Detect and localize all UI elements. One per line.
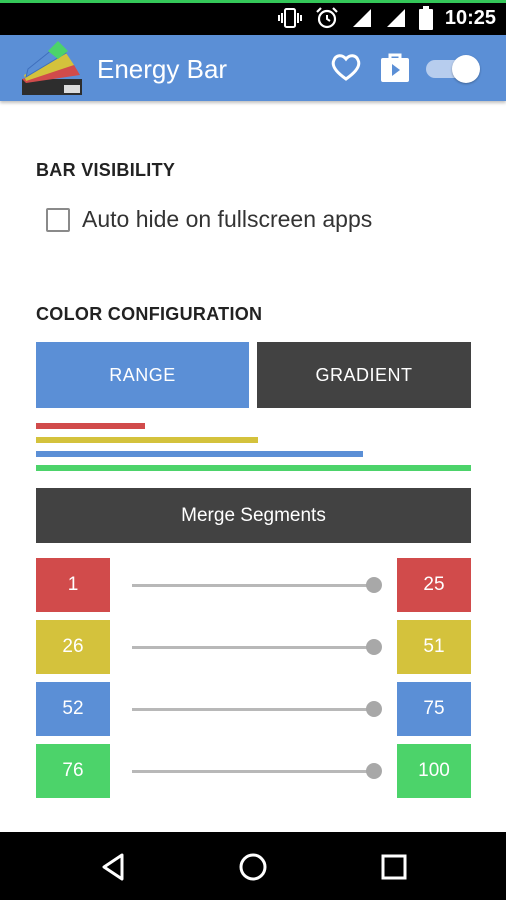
segment-start-value[interactable]: 76	[36, 744, 110, 798]
segment-slider-track[interactable]	[132, 770, 375, 773]
preview-bar-yellow	[36, 437, 258, 443]
segment-end-value[interactable]: 51	[397, 620, 471, 674]
preview-bar-red	[36, 423, 145, 429]
toggle-thumb	[452, 55, 480, 83]
range-button[interactable]: RANGE	[36, 342, 249, 408]
segment-row-1: 1 25	[36, 558, 471, 612]
segment-slider-thumb[interactable]	[366, 577, 382, 593]
segment-slider-track[interactable]	[132, 646, 375, 649]
toggle-switch[interactable]	[426, 55, 480, 83]
color-configuration-title: COLOR CONFIGURATION	[36, 304, 263, 324]
segment-slider-track[interactable]	[132, 584, 375, 587]
segment-row-2: 26 51	[36, 620, 471, 674]
recents-icon[interactable]	[377, 850, 411, 884]
navigation-bar	[0, 832, 506, 900]
bar-visibility-title: BAR VISIBILITY	[36, 160, 176, 180]
vibrate-icon	[277, 7, 303, 29]
app-logo	[22, 41, 84, 97]
segment-end-value[interactable]: 75	[397, 682, 471, 736]
heart-icon[interactable]	[331, 53, 361, 86]
app-title: Energy Bar	[97, 54, 228, 84]
auto-hide-row[interactable]: Auto hide on fullscreen apps	[46, 206, 372, 233]
segment-end-value[interactable]: 25	[397, 558, 471, 612]
store-icon[interactable]	[379, 52, 411, 89]
segment-end-value[interactable]: 100	[397, 744, 471, 798]
alarm-icon	[315, 6, 339, 30]
segment-slider-thumb[interactable]	[366, 763, 382, 779]
segment-start-value[interactable]: 1	[36, 558, 110, 612]
segment-slider-thumb[interactable]	[366, 701, 382, 717]
status-time: 10:25	[444, 6, 496, 29]
segment-start-value[interactable]: 52	[36, 682, 110, 736]
preview-bar-green	[36, 465, 471, 471]
auto-hide-checkbox[interactable]	[46, 207, 70, 232]
app-bar: Energy Bar	[0, 35, 506, 101]
segment-row-3: 52 75	[36, 682, 471, 736]
gradient-button[interactable]: GRADIENT	[257, 342, 471, 408]
home-icon[interactable]	[236, 850, 270, 884]
segment-row-4: 76 100	[36, 744, 471, 798]
battery-icon	[418, 6, 433, 30]
segment-slider-track[interactable]	[132, 708, 375, 711]
preview-bar-blue	[36, 451, 363, 457]
merge-segments-button[interactable]: Merge Segments	[36, 488, 471, 543]
back-icon[interactable]	[96, 850, 130, 884]
status-accent-line	[0, 0, 506, 3]
segment-start-value[interactable]: 26	[36, 620, 110, 674]
segment-slider-thumb[interactable]	[366, 639, 382, 655]
auto-hide-label[interactable]: Auto hide on fullscreen apps	[82, 206, 372, 233]
status-bar: 10:25	[0, 0, 506, 35]
signal-icon	[351, 7, 373, 29]
status-icons: 10:25	[277, 6, 496, 30]
signal-icon	[385, 7, 407, 29]
